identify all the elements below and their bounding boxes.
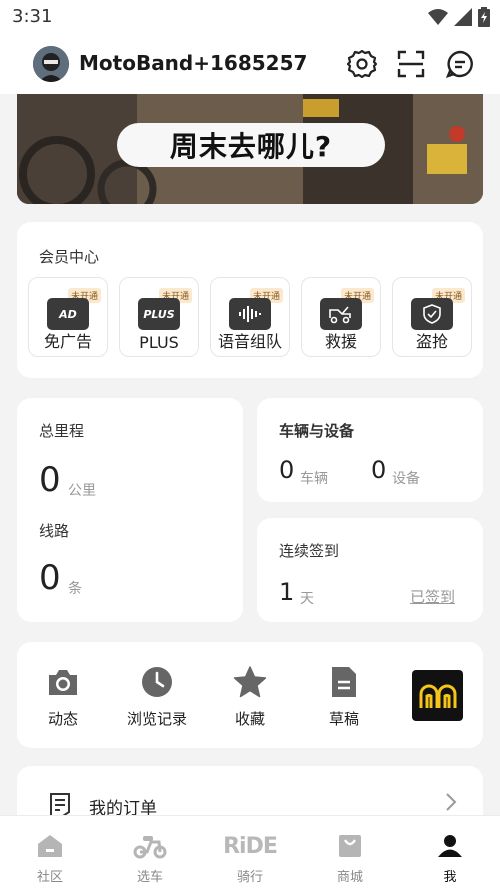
routes-label: 线路 [39, 522, 70, 540]
promo-logo-button[interactable] [412, 670, 463, 721]
signal-icon [454, 8, 472, 26]
tool-label: 浏览记录 [126, 710, 187, 728]
wifi-icon [428, 9, 448, 25]
mileage-value: 0 [39, 460, 61, 500]
checkin-days: 1 [279, 578, 295, 606]
member-item-label: 免广告 [43, 332, 92, 351]
ad-free-icon: AD [47, 298, 89, 330]
member-item-label: 盗抢 [415, 332, 448, 351]
mileage-card[interactable]: 总里程 0 公里 线路 0 条 [17, 398, 243, 622]
checkin-card: 连续签到 1 天 已签到 [257, 518, 483, 622]
member-item-theft[interactable]: 未开通 盗抢 [392, 277, 472, 357]
gear-icon [347, 49, 377, 79]
message-icon [445, 50, 473, 78]
tool-favorites[interactable]: 收藏 [205, 664, 295, 729]
camera-icon [45, 664, 81, 700]
mileage-unit: 公里 [68, 483, 96, 499]
clock-icon [139, 664, 175, 700]
promo-banner[interactable]: 周末去哪儿? [17, 94, 483, 204]
routes-unit: 条 [68, 581, 82, 597]
shield-icon [411, 298, 453, 330]
bottom-tab-bar: 社区 选车 RiDE 骑行 商城 我 [0, 815, 500, 889]
scan-icon [397, 50, 425, 78]
member-item-rescue[interactable]: 未开通 救援 [301, 277, 381, 357]
checkin-unit: 天 [300, 591, 314, 607]
tab-label: 骑行 [236, 870, 263, 885]
tab-label: 我 [443, 870, 457, 885]
routes-value: 0 [39, 558, 61, 598]
member-item-no-ads[interactable]: 未开通 AD 免广告 [28, 277, 108, 357]
vehicle-count: 0 [279, 456, 295, 484]
checked-in-button[interactable]: 已签到 [410, 586, 455, 607]
member-item-label: 救援 [324, 332, 357, 351]
status-time: 3:31 [12, 6, 53, 27]
tool-drafts[interactable]: 草稿 [299, 664, 389, 729]
battery-icon [478, 7, 490, 27]
username[interactable]: MotoBand+1685257 [79, 51, 307, 75]
app-header: MotoBand+1685257 [0, 34, 500, 94]
voice-wave-icon [229, 298, 271, 330]
checkin-title: 连续签到 [279, 542, 340, 560]
tab-label: 社区 [36, 870, 63, 885]
scan-button[interactable] [395, 48, 427, 80]
shop-icon [339, 835, 361, 857]
member-item-plus[interactable]: 未开通 PLUS PLUS [119, 277, 199, 357]
tool-label: 草稿 [328, 710, 359, 728]
document-icon [326, 664, 362, 700]
chevron-right-icon [446, 793, 457, 811]
tab-ride[interactable]: RiDE 骑行 [200, 816, 300, 889]
tool-label: 收藏 [234, 710, 265, 728]
member-item-voice-team[interactable]: 未开通 语音组队 [210, 277, 290, 357]
vehicles-card[interactable]: 车辆与设备 0 车辆 0 设备 [257, 398, 483, 502]
tab-label: 商城 [336, 870, 363, 885]
tool-history[interactable]: 浏览记录 [112, 664, 202, 729]
home-icon [38, 835, 62, 857]
vehicles-title: 车辆与设备 [279, 422, 355, 440]
vehicle-unit: 车辆 [300, 471, 328, 487]
banner-title: 周末去哪儿? [117, 123, 385, 167]
device-count: 0 [371, 456, 387, 484]
scooter-icon [133, 836, 167, 859]
device-unit: 设备 [392, 471, 420, 487]
person-icon [438, 835, 462, 857]
tow-truck-icon [320, 298, 362, 330]
mileage-label: 总里程 [39, 422, 85, 440]
member-item-label: PLUS [139, 333, 179, 352]
status-bar: 3:31 [0, 0, 500, 34]
star-icon [232, 664, 268, 700]
tool-posts[interactable]: 动态 [18, 664, 108, 729]
status-icons [428, 6, 490, 28]
message-button[interactable] [444, 48, 476, 80]
avatar[interactable] [33, 46, 69, 82]
tab-label: 选车 [136, 870, 163, 885]
tab-community[interactable]: 社区 [0, 816, 100, 889]
ride-logo: RiDE [223, 833, 278, 859]
tools-card: 动态 浏览记录 收藏 草稿 [17, 642, 483, 748]
promo-logo-icon [419, 684, 456, 708]
membership-title: 会员中心 [39, 248, 100, 266]
avatar-image [33, 46, 69, 82]
tab-me[interactable]: 我 [400, 816, 500, 889]
member-item-label: 语音组队 [217, 332, 282, 351]
tool-label: 动态 [47, 710, 78, 728]
membership-card: 会员中心 未开通 AD 免广告 未开通 PLUS PLUS 未开通 语音组队 未… [17, 222, 483, 378]
plus-icon: PLUS [138, 298, 180, 330]
settings-button[interactable] [346, 48, 378, 80]
tab-choose-bike[interactable]: 选车 [100, 816, 200, 889]
tab-shop[interactable]: 商城 [300, 816, 400, 889]
